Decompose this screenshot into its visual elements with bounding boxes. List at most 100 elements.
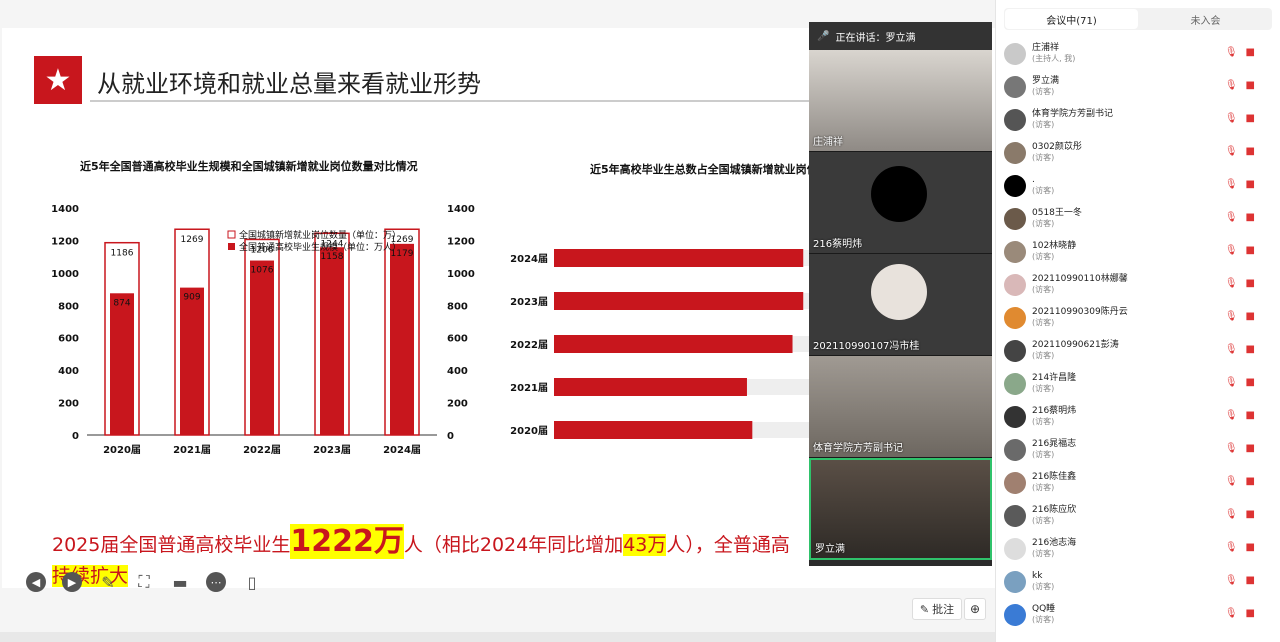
camera-off-icon[interactable]: ■	[1246, 344, 1255, 355]
mic-muted-icon[interactable]: 🎙	[1225, 212, 1238, 223]
tab-not-joined[interactable]: 未入会	[1139, 8, 1272, 30]
bar-ratio	[554, 249, 804, 267]
camera-off-icon[interactable]: ■	[1246, 476, 1255, 487]
participant-info: 罗立满 (访客)	[1032, 76, 1059, 97]
avatar	[1004, 108, 1026, 131]
participant-role: (访客)	[1032, 483, 1055, 492]
participant-row[interactable]: . (访客) 🎙 ■	[996, 169, 1280, 202]
video-tile[interactable]: 罗立满	[809, 458, 992, 560]
participant-row[interactable]: 214许昌隆 (访客) 🎙 ■	[996, 367, 1280, 400]
camera-off-icon[interactable]: ■	[1246, 278, 1255, 289]
camera-off-icon[interactable]: ■	[1246, 80, 1255, 91]
participant-row[interactable]: 202110990309陈丹云 (访客) 🎙 ■	[996, 301, 1280, 334]
mic-muted-icon[interactable]: 🎙	[1225, 146, 1238, 157]
avatar	[1004, 372, 1026, 395]
participant-row[interactable]: 罗立满 (访客) 🎙 ■	[996, 70, 1280, 103]
participant-row[interactable]: 216陈佳鑫 (访客) 🎙 ■	[996, 466, 1280, 499]
camera-off-icon[interactable]: ■	[1246, 311, 1255, 322]
camera-off-icon[interactable]: ■	[1246, 608, 1255, 619]
camera-off-icon[interactable]: ■	[1246, 377, 1255, 388]
y-tick-label: 800	[58, 301, 79, 312]
camera-off-icon[interactable]: ■	[1246, 179, 1255, 190]
participant-role: (访客)	[1032, 252, 1055, 261]
camera-off-icon[interactable]: ■	[1246, 575, 1255, 586]
bar-graduates	[390, 243, 414, 435]
annotate-button[interactable]: ✎ 批注	[912, 598, 962, 620]
mic-muted-icon[interactable]: 🎙	[1225, 179, 1238, 190]
mic-muted-icon[interactable]: 🎙	[1225, 113, 1238, 124]
participant-row[interactable]: 202110990621彭涛 (访客) 🎙 ■	[996, 334, 1280, 367]
mic-muted-icon[interactable]: 🎙	[1225, 476, 1238, 487]
participant-row[interactable]: 102林晓静 (访客) 🎙 ■	[996, 235, 1280, 268]
legend-swatch-jobs	[227, 230, 236, 239]
participant-info: 庄浦祥 (主持人, 我)	[1032, 43, 1075, 64]
participant-controls: 🎙 ■	[1225, 47, 1255, 58]
tab-in-meeting[interactable]: 会议中(71)	[1005, 9, 1138, 29]
mic-muted-icon[interactable]: 🎙	[1225, 377, 1238, 388]
camera-off-icon[interactable]: ■	[1246, 146, 1255, 157]
mic-muted-icon[interactable]: 🎙	[1225, 311, 1238, 322]
participant-row[interactable]: 216陈应欣 (访客) 🎙 ■	[996, 499, 1280, 532]
summary-big: 1222万	[290, 524, 404, 559]
participant-info: 体育学院方芳副书记 (访客)	[1032, 109, 1113, 130]
participant-info: 216陈佳鑫 (访客)	[1032, 472, 1076, 493]
video-tile[interactable]: 体育学院方芳副书记	[809, 356, 992, 458]
y-tick-label: 1000	[52, 269, 79, 280]
participant-row[interactable]: 0302颜苡彤 (访客) 🎙 ■	[996, 136, 1280, 169]
participant-controls: 🎙 ■	[1225, 179, 1255, 190]
pen-icon[interactable]: ✎	[98, 572, 118, 592]
title-divider	[90, 100, 810, 102]
participant-row[interactable]: 216池志海 (访客) 🎙 ■	[996, 532, 1280, 565]
mic-muted-icon[interactable]: 🎙	[1225, 278, 1238, 289]
camera-off-icon[interactable]: ■	[1246, 443, 1255, 454]
participant-role: (访客)	[1032, 318, 1055, 327]
mic-muted-icon[interactable]: 🎙	[1225, 245, 1238, 256]
participant-row[interactable]: 202110990110林娜馨 (访客) 🎙 ■	[996, 268, 1280, 301]
mic-muted-icon[interactable]: 🎙	[1225, 509, 1238, 520]
participant-role: (访客)	[1032, 417, 1055, 426]
camera-off-icon[interactable]: ■	[1246, 245, 1255, 256]
camera-off-icon[interactable]: ■	[1246, 113, 1255, 124]
y-tick-label: 1200	[52, 236, 79, 247]
camera-off-icon[interactable]: ■	[1246, 410, 1255, 421]
camera-off-icon[interactable]: ■	[1246, 47, 1255, 58]
mic-muted-icon[interactable]: 🎙	[1225, 608, 1238, 619]
participant-info: 202110990309陈丹云 (访客)	[1032, 307, 1128, 328]
camera-off-icon[interactable]: ■	[1246, 509, 1255, 520]
participant-row[interactable]: 216蔡明炜 (访客) 🎙 ■	[996, 400, 1280, 433]
participant-name: 216陈佳鑫	[1032, 472, 1077, 482]
more-icon[interactable]: ⋯	[206, 572, 226, 592]
participant-row[interactable]: kk (访客) 🎙 ■	[996, 565, 1280, 598]
slide-toolbar: ◀ ▶ ✎ ⛶ ▬ ⋯ ▯	[26, 572, 262, 592]
mic-muted-icon[interactable]: 🎙	[1225, 410, 1238, 421]
participant-row[interactable]: 216晁福志 (访客) 🎙 ■	[996, 433, 1280, 466]
participant-row[interactable]: QQ睡 (访客) 🎙 ■	[996, 598, 1280, 631]
bar-ratio	[554, 335, 793, 353]
zoom-in-icon[interactable]: ⊕	[964, 598, 986, 620]
camera-icon[interactable]: ▬	[170, 572, 190, 592]
video-tile-label: 202110990107冯市桂	[813, 341, 920, 352]
participant-row[interactable]: 0518王一冬 (访客) 🎙 ■	[996, 202, 1280, 235]
next-icon[interactable]: ▶	[62, 572, 82, 592]
screenshot-icon[interactable]: ⛶	[134, 572, 154, 592]
mic-muted-icon[interactable]: 🎙	[1225, 80, 1238, 91]
participant-name: 102林晓静	[1032, 241, 1077, 251]
x-tick-label: 2020届	[103, 444, 141, 456]
mic-muted-icon[interactable]: 🎙	[1225, 47, 1238, 58]
participant-row[interactable]: 体育学院方芳副书记 (访客) 🎙 ■	[996, 103, 1280, 136]
avatar	[1004, 240, 1026, 263]
participant-row[interactable]: 庄浦祥 (主持人, 我) 🎙 ■	[996, 37, 1280, 70]
prev-icon[interactable]: ◀	[26, 572, 46, 592]
video-tile[interactable]: 216蔡明炜	[809, 152, 992, 254]
mic-muted-icon[interactable]: 🎙	[1225, 443, 1238, 454]
camera-off-icon[interactable]: ■	[1246, 542, 1255, 553]
mic-muted-icon[interactable]: 🎙	[1225, 542, 1238, 553]
mic-muted-icon[interactable]: 🎙	[1225, 344, 1238, 355]
phone-icon[interactable]: ▯	[242, 572, 262, 592]
annotate-label: 批注	[932, 603, 955, 616]
video-tile[interactable]: 202110990107冯市桂	[809, 254, 992, 356]
video-tile[interactable]: 庄浦祥	[809, 50, 992, 152]
camera-off-icon[interactable]: ■	[1246, 212, 1255, 223]
chart-graduate-ratio: 2024届 2023届 2022届 2021届 2020届	[510, 249, 822, 439]
mic-muted-icon[interactable]: 🎙	[1225, 575, 1238, 586]
